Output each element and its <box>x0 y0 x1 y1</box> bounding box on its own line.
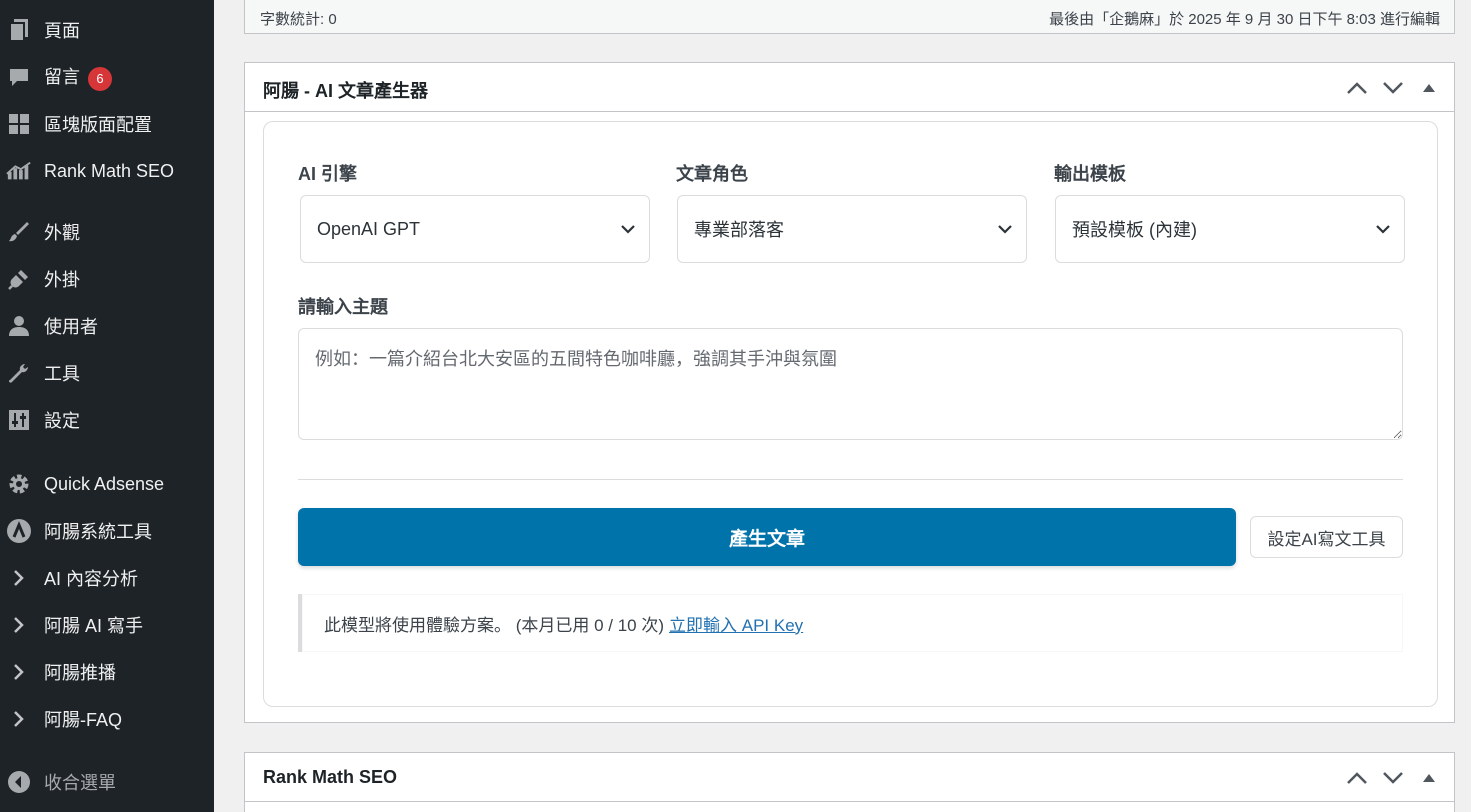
chevron-up-icon <box>1347 772 1367 784</box>
admin-sidebar: 頁面 留言 6 區塊版面配置 Rank Math SEO 外觀 外掛 使用者 工… <box>0 0 214 812</box>
sidebar-item-label: 使用者 <box>44 317 98 337</box>
trial-notice: 此模型將使用體驗方案。 (本月已用 0 / 10 次) 立即輸入 API Key <box>298 594 1403 652</box>
engine-select[interactable]: OpenAI GPT <box>300 195 650 263</box>
chevron-right-icon <box>6 612 32 638</box>
chevron-right-icon <box>6 706 32 732</box>
logo-icon <box>6 518 32 544</box>
chevron-right-icon <box>6 565 32 591</box>
role-label: 文章角色 <box>676 164 748 184</box>
chevron-down-icon <box>1383 772 1403 784</box>
template-label: 輸出模板 <box>1054 164 1126 184</box>
sidebar-item-ai-analysis[interactable]: AI 內容分析 <box>0 558 214 598</box>
wrench-icon <box>6 360 32 386</box>
topic-label: 請輸入主題 <box>298 297 388 317</box>
user-icon <box>6 313 32 339</box>
move-up-button[interactable] <box>1342 763 1372 793</box>
generate-article-button[interactable]: 產生文章 <box>298 508 1236 566</box>
sidebar-item-label: 收合選單 <box>44 773 116 793</box>
template-select[interactable]: 預設模板 (內建) <box>1055 195 1405 263</box>
sidebar-item-label: 設定 <box>44 411 80 431</box>
notice-text: 此模型將使用體驗方案。 (本月已用 0 / 10 次) <box>324 615 665 635</box>
sidebar-item-label: Quick Adsense <box>44 473 165 494</box>
chevron-down-icon <box>621 225 635 234</box>
sidebar-item-faq[interactable]: 阿腸-FAQ <box>0 699 214 739</box>
brush-icon <box>6 219 32 245</box>
word-count: 字數統計: 0 <box>260 11 337 28</box>
sidebar-item-label: 留言 <box>44 67 80 88</box>
role-select-value: 專業部落客 <box>694 220 784 240</box>
chevron-down-icon <box>1376 225 1390 234</box>
plugin-icon <box>6 266 32 292</box>
postbox-header: Rank Math SEO <box>245 753 1454 802</box>
engine-label: AI 引擎 <box>298 164 358 184</box>
rank-math-postbox: Rank Math SEO <box>244 752 1455 812</box>
word-count-bar: 字數統計: 0 最後由「企鵝麻」於 2025 年 9 月 30 日下午 8:03… <box>244 0 1455 34</box>
sidebar-item-plugins[interactable]: 外掛 <box>0 259 214 299</box>
sidebar-item-label: 區塊版面配置 <box>44 115 152 135</box>
sidebar-item-label: 工具 <box>44 364 80 384</box>
sidebar-item-system-tools[interactable]: 阿腸系統工具 <box>0 511 214 551</box>
sidebar-item-tools[interactable]: 工具 <box>0 353 214 393</box>
sidebar-item-label: 阿腸推播 <box>44 663 116 683</box>
sidebar-item-label: 頁面 <box>44 21 80 41</box>
sidebar-item-label: 阿腸系統工具 <box>44 522 152 542</box>
postbox-title: Rank Math SEO <box>263 767 398 787</box>
chevron-down-icon <box>1383 82 1403 94</box>
template-select-value: 預設模板 (內建) <box>1072 220 1197 240</box>
sidebar-item-label: 阿腸 AI 寫手 <box>44 616 144 636</box>
triangle-up-icon <box>1423 84 1435 92</box>
grid-icon <box>6 111 32 137</box>
settings-sliders-icon <box>6 407 32 433</box>
sidebar-collapse-menu[interactable]: 收合選單 <box>0 762 214 802</box>
last-edited-info: 最後由「企鵝麻」於 2025 年 9 月 30 日下午 8:03 進行編輯 <box>1049 11 1440 28</box>
sidebar-item-settings[interactable]: 設定 <box>0 400 214 440</box>
topic-input[interactable] <box>298 328 1403 440</box>
move-down-button[interactable] <box>1378 763 1408 793</box>
sidebar-item-comments[interactable]: 留言 6 <box>0 57 214 97</box>
chevron-up-icon <box>1347 82 1367 94</box>
move-down-button[interactable] <box>1378 73 1408 103</box>
sidebar-item-label: AI 內容分析 <box>44 569 139 589</box>
toggle-panel-button[interactable] <box>1414 763 1444 793</box>
move-up-button[interactable] <box>1342 73 1372 103</box>
page-icon <box>6 17 32 43</box>
chevron-down-icon <box>998 225 1012 234</box>
sidebar-item-users[interactable]: 使用者 <box>0 306 214 346</box>
sidebar-item-label: 外觀 <box>44 223 80 243</box>
sidebar-item-label: 阿腸-FAQ <box>44 710 123 730</box>
collapse-icon <box>6 769 32 795</box>
sidebar-item-push[interactable]: 阿腸推播 <box>0 652 214 692</box>
sidebar-item-quick-adsense[interactable]: Quick Adsense <box>0 464 214 504</box>
engine-select-value: OpenAI GPT <box>317 218 421 239</box>
ai-generator-postbox: 阿腸 - AI 文章產生器 AI 引擎 文章角色 輸出模板 OpenAI GPT… <box>244 62 1455 723</box>
sidebar-item-label: 外掛 <box>44 270 80 290</box>
chevron-right-icon <box>6 659 32 685</box>
role-select[interactable]: 專業部落客 <box>677 195 1027 263</box>
ai-settings-button[interactable]: 設定AI寫文工具 <box>1250 516 1403 558</box>
triangle-up-icon <box>1423 774 1435 782</box>
postbox-title: 阿腸 - AI 文章產生器 <box>263 81 428 101</box>
enter-api-key-link[interactable]: 立即輸入 API Key <box>669 611 803 636</box>
comment-count-badge: 6 <box>88 66 112 91</box>
comment-icon <box>6 64 32 90</box>
sidebar-item-block-patterns[interactable]: 區塊版面配置 <box>0 104 214 144</box>
gear-icon <box>6 471 32 497</box>
sidebar-item-rank-math[interactable]: Rank Math SEO <box>0 151 214 191</box>
sidebar-item-pages[interactable]: 頁面 <box>0 10 214 50</box>
sidebar-item-label: Rank Math SEO <box>44 160 175 181</box>
toggle-panel-button[interactable] <box>1414 73 1444 103</box>
postbox-header: 阿腸 - AI 文章產生器 <box>245 63 1454 112</box>
generator-panel: AI 引擎 文章角色 輸出模板 OpenAI GPT 專業部落客 預設模板 (內… <box>263 121 1438 707</box>
chart-icon <box>6 158 32 184</box>
sidebar-item-ai-writer[interactable]: 阿腸 AI 寫手 <box>0 605 214 645</box>
divider <box>298 479 1403 480</box>
sidebar-item-appearance[interactable]: 外觀 <box>0 212 214 252</box>
